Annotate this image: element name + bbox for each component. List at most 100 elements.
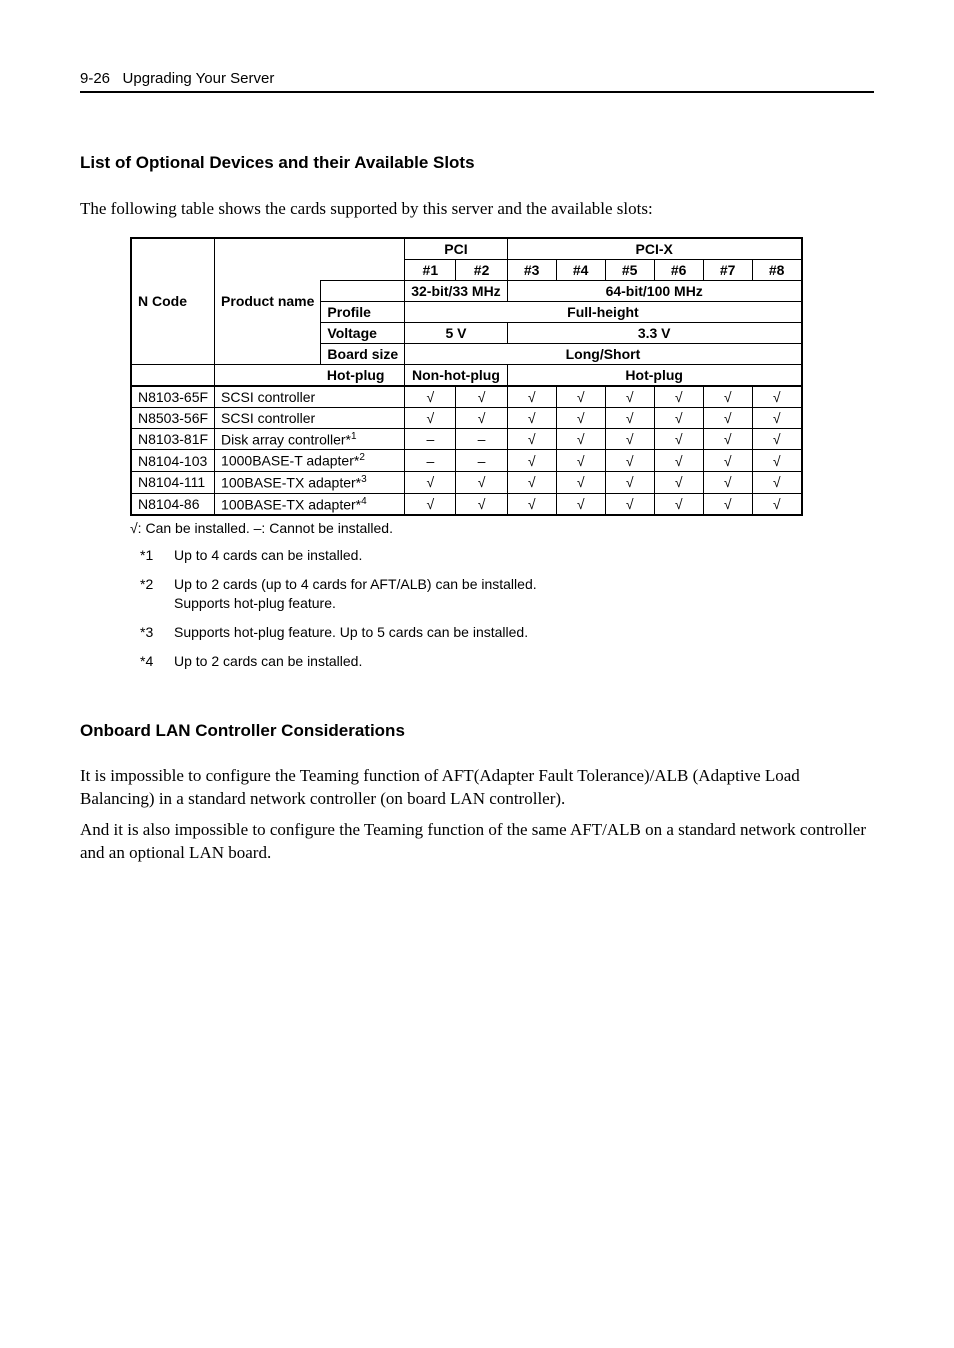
th-voltage-lbl: Voltage [321,322,405,343]
cell-slot-value: √ [752,450,802,472]
th-bus38: 64-bit/100 MHz [507,280,802,301]
cell-slot-value: √ [507,450,556,472]
note-item: *4Up to 2 cards can be installed. [140,652,874,671]
header-title: Upgrading Your Server [123,70,275,87]
cell-slot-value: √ [605,450,654,472]
th-product-name: Product name [215,238,321,365]
cell-product-name: SCSI controller [215,407,405,428]
note-text: Up to 4 cards can be installed. [174,546,362,565]
th-hot-lbl: Hot-plug [321,364,405,386]
cell-n-code: N8103-65F [131,386,215,408]
cell-product-name: 100BASE-TX adapter*3 [215,472,405,494]
cell-slot-value: √ [556,450,605,472]
cell-slot-value: √ [556,493,605,515]
cell-slot-value: √ [752,428,802,450]
th-slot-6: #6 [654,259,703,280]
th-bus12: 32-bit/33 MHz [405,280,507,301]
note-marker: *1 [140,546,174,565]
cell-slot-value: √ [556,407,605,428]
cell-slot-value: √ [703,386,752,408]
th-pcix: PCI-X [507,238,802,260]
th-blank3 [131,364,215,386]
cell-n-code: N8104-111 [131,472,215,494]
cell-slot-value: √ [654,472,703,494]
note-item: *2Up to 2 cards (up to 4 cards for AFT/A… [140,575,874,613]
page-number: 9-26 [80,70,110,87]
cell-slot-value: √ [556,428,605,450]
cell-slot-value: √ [456,493,507,515]
cell-slot-value: √ [752,407,802,428]
cell-slot-value: √ [752,386,802,408]
th-slot-2: #2 [456,259,507,280]
th-voltage12: 5 V [405,322,507,343]
note-text: Up to 2 cards (up to 4 cards for AFT/ALB… [174,575,537,613]
cell-slot-value: √ [752,493,802,515]
cell-n-code: N8103-81F [131,428,215,450]
notes-list: *1Up to 4 cards can be installed.*2Up to… [140,546,874,670]
cell-slot-value: √ [456,386,507,408]
cell-slot-value: √ [654,493,703,515]
th-blank2 [321,280,405,301]
devices-table: N Code Product name PCI PCI-X #1 #2 #3 #… [130,237,803,517]
cell-n-code: N8503-56F [131,407,215,428]
cell-slot-value: – [456,450,507,472]
th-blank1 [321,238,405,281]
th-blank4 [215,364,321,386]
section-heading-devices: List of Optional Devices and their Avail… [80,153,874,173]
cell-slot-value: √ [703,428,752,450]
th-board-lbl: Board size [321,343,405,364]
th-profile-lbl: Profile [321,301,405,322]
note-marker: *3 [140,623,174,642]
cell-slot-value: √ [605,428,654,450]
cell-slot-value: – [456,428,507,450]
cell-product-name: Disk array controller*1 [215,428,405,450]
th-slot-7: #7 [703,259,752,280]
cell-slot-value: √ [556,386,605,408]
cell-slot-value: √ [605,407,654,428]
note-text: Up to 2 cards can be installed. [174,652,362,671]
cell-slot-value: √ [405,493,456,515]
cell-slot-value: √ [456,407,507,428]
cell-slot-value: √ [507,493,556,515]
cell-slot-value: √ [703,407,752,428]
cell-product-name: 1000BASE-T adapter*2 [215,450,405,472]
th-slot-5: #5 [605,259,654,280]
cell-slot-value: √ [752,472,802,494]
th-slot-1: #1 [405,259,456,280]
cell-slot-value: √ [703,472,752,494]
note-item: *3Supports hot-plug feature. Up to 5 car… [140,623,874,642]
th-board-val: Long/Short [405,343,802,364]
cell-slot-value: – [405,450,456,472]
cell-slot-value: √ [507,386,556,408]
th-hot12: Non-hot-plug [405,364,507,386]
cell-slot-value: √ [507,428,556,450]
cell-slot-value: √ [405,386,456,408]
cell-slot-value: √ [405,472,456,494]
cell-slot-value: √ [654,428,703,450]
note-text: Supports hot-plug feature. Up to 5 cards… [174,623,528,642]
table-legend: √: Can be installed. –: Cannot be instal… [130,520,874,536]
th-n-code: N Code [131,238,215,365]
cell-slot-value: √ [654,407,703,428]
section-heading-onboard-lan: Onboard LAN Controller Considerations [80,721,874,741]
cell-slot-value: √ [605,472,654,494]
cell-slot-value: √ [605,493,654,515]
onboard-lan-p1: It is impossible to configure the Teamin… [80,765,874,811]
note-marker: *2 [140,575,174,613]
cell-slot-value: √ [456,472,507,494]
cell-product-name: 100BASE-TX adapter*4 [215,493,405,515]
cell-n-code: N8104-103 [131,450,215,472]
page-header: 9-26 Upgrading Your Server [80,70,874,93]
cell-slot-value: – [405,428,456,450]
cell-slot-value: √ [507,472,556,494]
note-item: *1Up to 4 cards can be installed. [140,546,874,565]
onboard-lan-p2: And it is also impossible to configure t… [80,819,874,865]
cell-slot-value: √ [654,450,703,472]
th-slot-4: #4 [556,259,605,280]
cell-slot-value: √ [605,386,654,408]
th-slot-8: #8 [752,259,802,280]
cell-slot-value: √ [507,407,556,428]
cell-slot-value: √ [556,472,605,494]
th-slot-3: #3 [507,259,556,280]
th-profile-val: Full-height [405,301,802,322]
